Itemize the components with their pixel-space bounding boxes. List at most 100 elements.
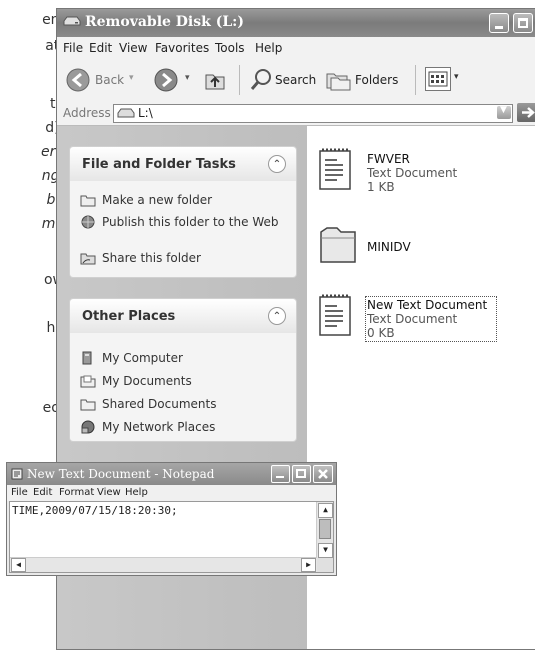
bg-text-2: at:: [45, 38, 64, 54]
collapse-chevron-icon[interactable]: ⌃: [268, 307, 286, 325]
file-type: Text Document: [367, 166, 458, 180]
other-places-title: Other Places: [82, 309, 176, 324]
views-dropdown-icon[interactable]: ▾: [454, 72, 459, 82]
share-folder-icon: [80, 253, 96, 265]
maximize-button[interactable]: [513, 13, 533, 33]
folder-icon: [320, 227, 356, 263]
bg-text-9: ow: [43, 272, 64, 288]
bg-text-8: me: [41, 216, 64, 232]
notepad-content: TIME,2009/07/15/18:20:30;: [12, 504, 178, 517]
vertical-scrollbar[interactable]: ▲ ▼: [316, 502, 333, 558]
scroll-right-icon[interactable]: ▶: [301, 558, 316, 572]
close-button[interactable]: [313, 465, 333, 483]
notepad-title-bar[interactable]: New Text Document - Notepad: [7, 463, 336, 485]
bg-text-5: ere: [41, 144, 64, 160]
file-name: New Text Document: [367, 298, 488, 312]
menu-file[interactable]: File: [63, 41, 83, 55]
minimize-button[interactable]: [271, 465, 290, 483]
notepad-window: New Text Document - Notepad File Edit Fo…: [6, 462, 337, 576]
search-button[interactable]: Search: [275, 73, 316, 87]
bg-text-11: he: [0, 320, 65, 336]
text-document-icon: [319, 294, 351, 336]
minimize-button[interactable]: [489, 13, 509, 33]
menu-help[interactable]: Help: [255, 41, 282, 55]
file-folder-tasks-title: File and Folder Tasks: [82, 157, 236, 172]
bg-text-4: d),: [45, 120, 64, 136]
back-arrow-icon: [66, 68, 90, 92]
network-icon: [81, 420, 95, 434]
globe-icon: [81, 215, 95, 229]
folder-item[interactable]: MINIDV: [317, 222, 517, 274]
np-menu-help[interactable]: Help: [125, 487, 148, 498]
np-menu-view[interactable]: View: [97, 487, 121, 498]
bg-text-3: to: [0, 96, 64, 112]
drive-icon: [117, 108, 135, 118]
notepad-icon: [11, 468, 23, 480]
views-button[interactable]: [425, 67, 451, 91]
explorer-menubar: File Edit View Favorites Tools Help: [57, 37, 535, 60]
notepad-menubar: File Edit Format View Help: [7, 485, 336, 501]
notepad-text-area[interactable]: TIME,2009/07/15/18:20:30; ▲ ▼ ◀ ▶: [9, 501, 334, 573]
back-button[interactable]: Back ▾: [65, 67, 134, 93]
shared-folder-icon: [80, 399, 96, 411]
close-icon: [318, 469, 328, 479]
file-item-selected[interactable]: New Text Document Text Document 0 KB: [317, 292, 517, 350]
scroll-down-icon[interactable]: ▼: [318, 543, 333, 558]
task-label: Share this folder: [102, 251, 201, 265]
task-label: Publish this folder to the Web: [102, 215, 279, 229]
bg-text-7: be: [0, 192, 65, 208]
place-label: My Computer: [102, 351, 183, 365]
up-folder-button[interactable]: [203, 67, 227, 93]
file-folder-tasks-header[interactable]: File and Folder Tasks ⌃: [70, 147, 296, 181]
new-folder-icon: [80, 195, 96, 207]
horizontal-scrollbar[interactable]: ◀ ▶: [10, 557, 317, 572]
scroll-up-icon[interactable]: ▲: [318, 503, 333, 518]
scroll-left-icon[interactable]: ◀: [11, 558, 26, 572]
forward-dropdown-icon[interactable]: ▾: [185, 73, 190, 83]
file-type: Text Document: [367, 312, 458, 326]
back-dropdown-icon[interactable]: ▾: [129, 73, 134, 83]
address-label: Address: [63, 106, 111, 120]
forward-button[interactable]: [153, 67, 179, 93]
menu-favorites[interactable]: Favorites: [155, 41, 209, 55]
toolbar-separator: [239, 65, 240, 95]
text-document-icon: [319, 148, 351, 190]
file-folder-tasks-panel: File and Folder Tasks ⌃ Make a new folde…: [69, 146, 297, 278]
toolbar-separator: [415, 65, 416, 95]
np-menu-file[interactable]: File: [11, 487, 28, 498]
np-menu-format[interactable]: Format: [59, 487, 94, 498]
address-dropdown-button[interactable]: ▼: [497, 105, 511, 119]
scrollbar-thumb[interactable]: [319, 519, 331, 539]
folder-name: MINIDV: [367, 240, 411, 254]
drive-icon: [63, 16, 81, 26]
computer-icon: [82, 351, 92, 365]
bg-text-6: ng.: [41, 168, 64, 184]
np-menu-edit[interactable]: Edit: [33, 487, 52, 498]
menu-tools[interactable]: Tools: [215, 41, 245, 55]
other-places-header[interactable]: Other Places ⌃: [70, 299, 296, 333]
chevron-down-icon: ▼: [500, 105, 507, 115]
explorer-toolbar: Back ▾ ▾ Search Folders ▾: [57, 59, 535, 102]
explorer-title-bar[interactable]: Removable Disk (L:): [57, 9, 535, 37]
go-button[interactable]: [517, 103, 535, 122]
file-size: 1 KB: [367, 180, 395, 194]
resize-grip-icon[interactable]: [317, 558, 333, 572]
address-bar: Address L:\ ▼: [57, 101, 535, 126]
documents-folder-icon: [80, 375, 96, 388]
place-label: Shared Documents: [102, 397, 217, 411]
task-label: Make a new folder: [102, 193, 213, 207]
search-icon[interactable]: [249, 67, 273, 93]
file-item[interactable]: FWVER Text Document 1 KB: [317, 146, 517, 204]
file-size: 0 KB: [367, 326, 395, 340]
folders-button[interactable]: Folders: [355, 73, 398, 87]
maximize-button[interactable]: [292, 465, 311, 483]
views-grid-icon: [428, 71, 448, 87]
collapse-chevron-icon[interactable]: ⌃: [268, 155, 286, 173]
menu-edit[interactable]: Edit: [89, 41, 112, 55]
address-input[interactable]: L:\ ▼: [113, 104, 513, 123]
file-view: FWVER Text Document 1 KB MINIDV New Text…: [307, 126, 535, 649]
other-places-panel: Other Places ⌃ My Computer My Documents …: [69, 298, 297, 442]
place-label: My Network Places: [102, 420, 216, 434]
notepad-title: New Text Document - Notepad: [27, 467, 215, 481]
menu-view[interactable]: View: [119, 41, 147, 55]
